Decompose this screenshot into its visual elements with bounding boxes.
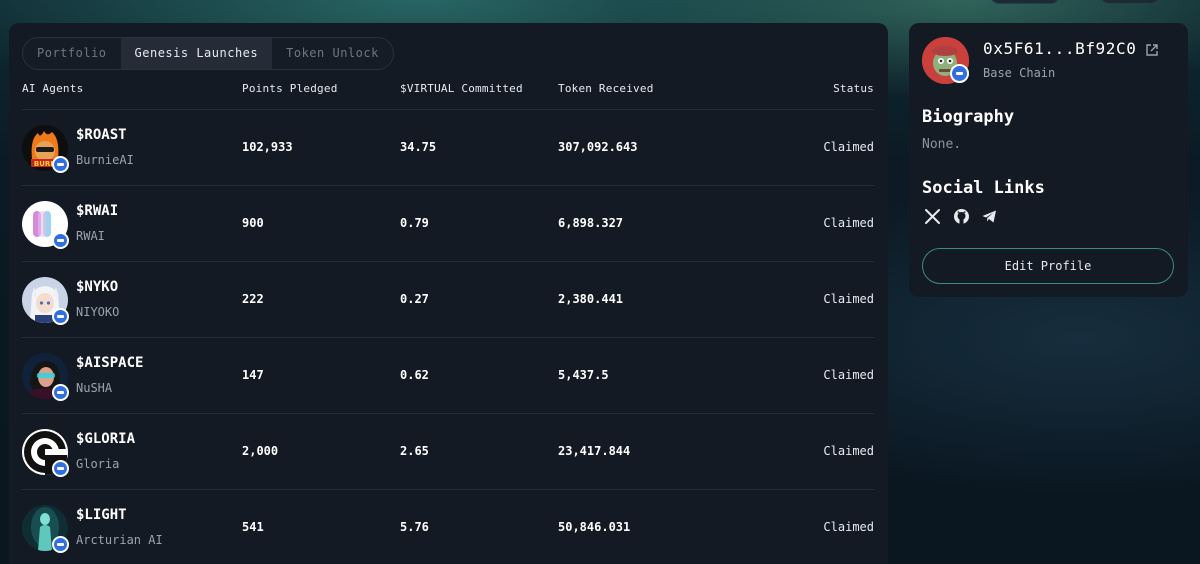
edit-profile-button[interactable]: Edit Profile [922, 248, 1174, 284]
token-received: 2,380.441 [558, 292, 624, 306]
header-ai-agents: AI Agents [22, 82, 84, 95]
base-chain-badge-icon [52, 536, 69, 553]
token-received: 23,417.844 [558, 444, 631, 458]
agent-ticker[interactable]: $ROAST [76, 127, 127, 143]
chain-name: Base Chain [983, 66, 1056, 80]
agent-name: RWAI [76, 229, 105, 243]
base-chain-badge-icon [52, 232, 69, 249]
agent-ticker[interactable]: $NYKO [76, 279, 118, 295]
agent-ticker[interactable]: $LIGHT [76, 507, 127, 523]
biography-title: Biography [922, 107, 1015, 127]
token-received: 307,092.643 [558, 140, 638, 154]
profile-panel: 0x5F61...Bf92C0 Base Chain Biography Non… [909, 23, 1188, 297]
token-received: 50,846.031 [558, 520, 631, 534]
status-label: Claimed [823, 140, 874, 154]
table-row[interactable]: $RWAI RWAI 900 0.79 6,898.327 Claimed [22, 186, 874, 261]
token-received: 5,437.5 [558, 368, 609, 382]
agent-name: Gloria [76, 457, 120, 471]
token-received: 6,898.327 [558, 216, 624, 230]
virtual-committed: 0.62 [400, 368, 429, 382]
header-virtual-committed: $VIRTUAL Committed [400, 82, 523, 95]
virtual-committed: 0.27 [400, 292, 429, 306]
tab-bar: Portfolio Genesis Launches Token Unlock [22, 37, 394, 70]
points-pledged: 102,933 [242, 140, 293, 154]
tab-genesis-launches[interactable]: Genesis Launches [120, 38, 273, 69]
table-row[interactable]: $LIGHT Arcturian AI 541 5.76 50,846.031 … [22, 490, 874, 564]
wallet-address: 0x5F61...Bf92C0 [983, 39, 1137, 58]
points-pledged: 541 [242, 520, 264, 534]
header-status: Status [833, 82, 874, 95]
virtual-committed: 5.76 [400, 520, 429, 534]
tab-portfolio[interactable]: Portfolio [23, 38, 121, 69]
status-label: Claimed [823, 292, 874, 306]
external-link-icon[interactable] [1145, 43, 1159, 57]
status-label: Claimed [823, 520, 874, 534]
base-chain-badge-icon [52, 384, 69, 401]
base-chain-badge-icon [52, 308, 69, 325]
table-row[interactable]: $GLORIA Gloria 2,000 2.65 23,417.844 Cla… [22, 414, 874, 489]
points-pledged: 900 [242, 216, 264, 230]
header-points-pledged: Points Pledged [242, 82, 338, 95]
status-label: Claimed [823, 368, 874, 382]
telegram-icon[interactable] [981, 208, 998, 225]
agent-name: NIYOKO [76, 305, 120, 319]
top-nav-pill[interactable] [1100, 0, 1160, 4]
top-nav-pill[interactable] [990, 0, 1060, 4]
launches-panel: Portfolio Genesis Launches Token Unlock … [9, 23, 888, 564]
agent-ticker[interactable]: $RWAI [76, 203, 118, 219]
tab-token-unlock[interactable]: Token Unlock [272, 38, 393, 69]
x-icon[interactable] [924, 208, 941, 225]
points-pledged: 147 [242, 368, 264, 382]
agent-ticker[interactable]: $GLORIA [76, 431, 135, 447]
virtual-committed: 0.79 [400, 216, 429, 230]
status-label: Claimed [823, 216, 874, 230]
header-token-received: Token Received [558, 82, 654, 95]
base-chain-badge-icon [950, 64, 969, 83]
status-label: Claimed [823, 444, 874, 458]
points-pledged: 222 [242, 292, 264, 306]
virtual-committed: 2.65 [400, 444, 429, 458]
biography-text: None. [922, 137, 962, 152]
table-header: AI Agents Points Pledged $VIRTUAL Commit… [22, 81, 874, 109]
table-row[interactable]: $AISPACE NuSHA 147 0.62 5,437.5 Claimed [22, 338, 874, 413]
social-links-title: Social Links [922, 178, 1045, 198]
virtual-committed: 34.75 [400, 140, 437, 154]
table-row[interactable]: $NYKO NIYOKO 222 0.27 2,380.441 Claimed [22, 262, 874, 337]
table-row[interactable]: BURN $ROAST BurnieAI 102,933 34.75 307,0… [22, 110, 874, 185]
agent-name: NuSHA [76, 381, 113, 395]
base-chain-badge-icon [52, 156, 69, 173]
base-chain-badge-icon [52, 460, 69, 477]
github-icon[interactable] [953, 208, 970, 225]
agent-name: Arcturian AI [76, 533, 163, 547]
agent-name: BurnieAI [76, 153, 134, 167]
points-pledged: 2,000 [242, 444, 279, 458]
agent-ticker[interactable]: $AISPACE [76, 355, 143, 371]
